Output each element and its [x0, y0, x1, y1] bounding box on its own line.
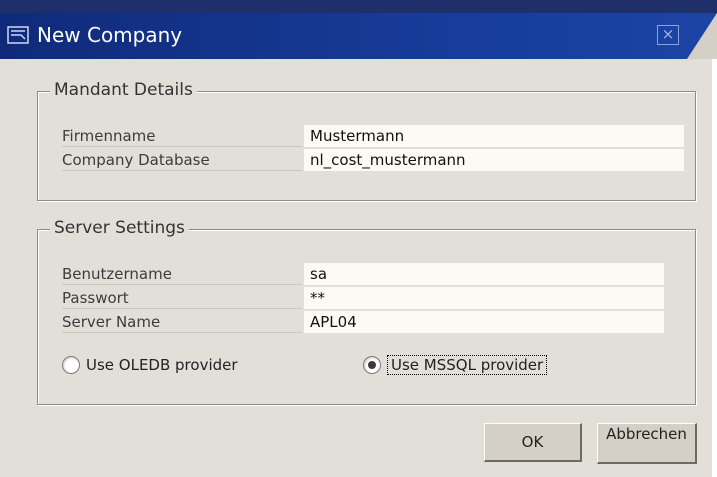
benutzername-input[interactable] — [304, 263, 664, 285]
mssql-radio-button[interactable] — [363, 356, 381, 374]
oledb-provider-option[interactable]: Use OLEDB provider — [62, 353, 238, 377]
title-bar[interactable]: New Company × — [0, 13, 717, 59]
close-button[interactable]: × — [657, 25, 679, 45]
abbrechen-button[interactable]: Abbrechen — [597, 423, 697, 464]
server-name-label: Server Name — [62, 313, 161, 331]
window-title: New Company — [37, 23, 183, 47]
benutzername-label: Benutzername — [62, 265, 172, 283]
row-divider — [62, 332, 302, 333]
mandant-details-legend: Mandant Details — [50, 80, 197, 100]
row-divider — [62, 170, 302, 171]
company-database-label: Company Database — [62, 151, 210, 169]
passwort-input[interactable] — [304, 287, 664, 309]
server-settings-legend: Server Settings — [50, 218, 189, 238]
mandant-details-group: Mandant Details Firmenname Company Datab… — [37, 80, 696, 201]
passwort-label: Passwort — [62, 289, 129, 307]
dialog-body: Mandant Details Firmenname Company Datab… — [0, 59, 712, 477]
row-divider — [62, 308, 302, 309]
ok-button[interactable]: OK — [484, 423, 582, 462]
mssql-provider-option[interactable]: Use MSSQL provider — [363, 353, 548, 377]
oledb-provider-label: Use OLEDB provider — [86, 356, 238, 374]
close-icon: × — [661, 25, 675, 43]
server-name-input[interactable] — [304, 311, 664, 333]
title-bar-corner — [687, 13, 717, 59]
background-window-strip — [0, 0, 717, 13]
oledb-radio-button[interactable] — [62, 356, 80, 374]
window-icon — [7, 26, 29, 44]
row-divider — [62, 284, 302, 285]
firmenname-input[interactable] — [304, 125, 684, 147]
window-right-edge — [712, 59, 717, 477]
mssql-provider-label: Use MSSQL provider — [387, 355, 548, 375]
server-settings-group: Server Settings Benutzername Passwort Se… — [37, 218, 696, 405]
company-database-input[interactable] — [304, 149, 684, 171]
row-divider — [62, 146, 302, 147]
firmenname-label: Firmenname — [62, 127, 156, 145]
